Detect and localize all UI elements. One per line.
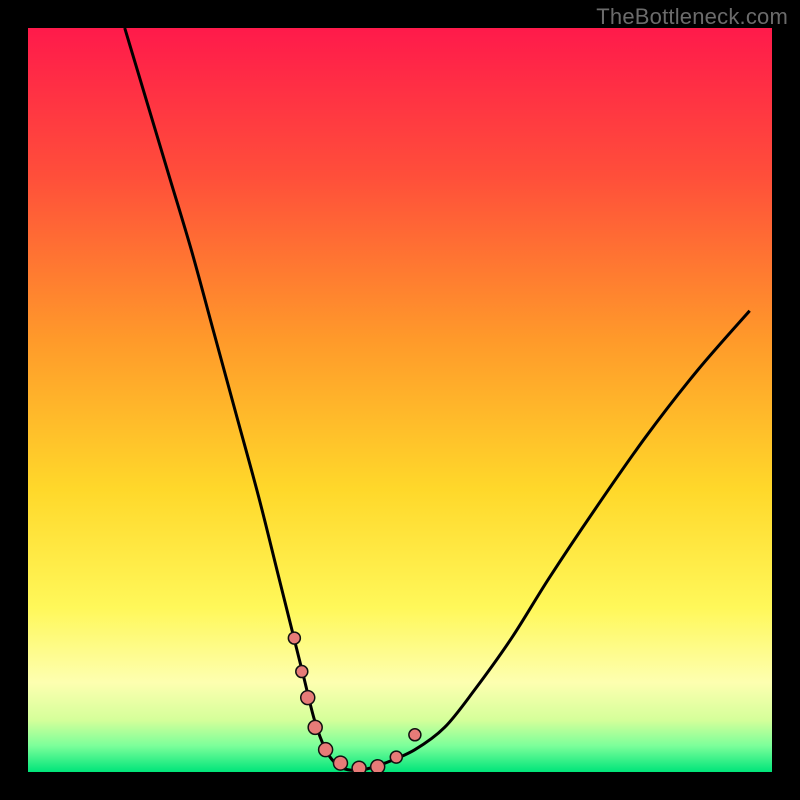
- marker-h: [371, 760, 385, 772]
- marker-i: [390, 751, 402, 763]
- marker-g: [352, 761, 366, 772]
- bottleneck-chart: [28, 28, 772, 772]
- marker-e: [319, 743, 333, 757]
- marker-c: [301, 691, 315, 705]
- marker-d: [308, 720, 322, 734]
- marker-b: [296, 666, 308, 678]
- marker-j: [409, 729, 421, 741]
- chart-background: [28, 28, 772, 772]
- marker-f: [333, 756, 347, 770]
- attribution-label: TheBottleneck.com: [596, 4, 788, 30]
- marker-a: [288, 632, 300, 644]
- chart-frame: [28, 28, 772, 772]
